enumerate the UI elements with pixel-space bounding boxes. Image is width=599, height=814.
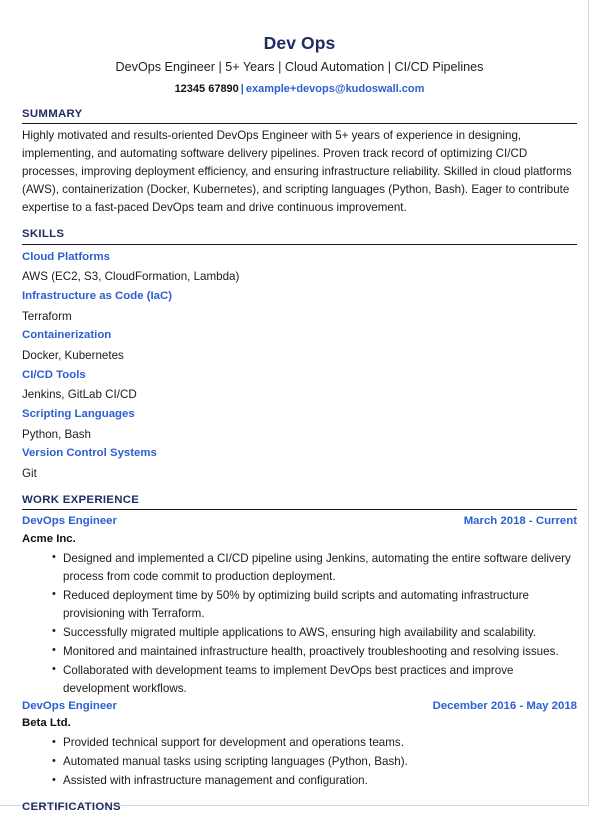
resume-header: Dev Ops DevOps Engineer | 5+ Years | Clo… xyxy=(22,0,577,97)
section-title-skills: SKILLS xyxy=(22,228,577,245)
candidate-headline: DevOps Engineer | 5+ Years | Cloud Autom… xyxy=(115,59,484,74)
skill-category: Infrastructure as Code (IaC) xyxy=(22,290,173,303)
job-bullet: Designed and implemented a CI/CD pipelin… xyxy=(52,549,577,586)
work-experience-body: DevOps Engineer March 2018 - Current Acme … xyxy=(22,510,577,790)
skill-category: Cloud Platforms xyxy=(22,250,110,263)
candidate-name: Dev Ops xyxy=(263,33,336,53)
resume-page: Dev Ops DevOps Engineer | 5+ Years | Clo… xyxy=(0,0,599,814)
section-work-experience: WORK EXPERIENCE DevOps Engineer March 201… xyxy=(22,494,577,790)
section-skills: SKILLS Cloud Platforms AWS (EC2, S3, Clou… xyxy=(22,228,577,483)
section-title-certifications: CERTIFICATIONS xyxy=(22,801,577,814)
skill-value: Jenkins, GitLab CI/CD xyxy=(22,388,137,402)
section-title-work-experience: WORK EXPERIENCE xyxy=(22,494,577,511)
section-certifications: CERTIFICATIONS AWS Certified Cloud Pract… xyxy=(22,801,577,814)
contact-separator: | xyxy=(240,83,244,96)
job-entry: DevOps Engineer March 2018 - Current Acme … xyxy=(22,514,577,697)
job-bullet: Monitored and maintained infrastructure … xyxy=(52,642,577,661)
skill-category: Scripting Languages xyxy=(22,408,135,421)
job-entry: DevOps Engineer December 2016 - May 2018 B… xyxy=(22,699,577,790)
job-bullet: Assisted with infrastructure management … xyxy=(52,772,577,790)
skill-value: Terraform xyxy=(22,309,72,323)
job-bullet: Reduced deployment time by 50% by optimi… xyxy=(52,586,577,623)
skill-value: Docker, Kubernetes xyxy=(22,348,124,362)
job-bullet: Provided technical support for developme… xyxy=(52,734,577,752)
skill-category: Version Control Systems xyxy=(22,447,157,460)
job-title: DevOps Engineer xyxy=(22,515,117,528)
contact-email[interactable]: example+devops@kudoswall.com xyxy=(246,83,425,95)
job-company: Beta Ltd. xyxy=(22,717,71,730)
job-bullets: Provided technical support for developme… xyxy=(22,734,577,790)
job-title: DevOps Engineer xyxy=(22,699,117,712)
job-company: Acme Inc. xyxy=(22,532,76,545)
resume-content: Dev Ops DevOps Engineer | 5+ Years | Clo… xyxy=(22,0,577,814)
page-right-border xyxy=(588,0,589,806)
skill-value: Python, Bash xyxy=(22,427,91,441)
job-bullet: Successfully migrated multiple applicati… xyxy=(52,623,577,642)
jobs-list: DevOps Engineer March 2018 - Current Acme … xyxy=(22,514,577,790)
job-header-row: DevOps Engineer March 2018 - Current xyxy=(22,514,577,529)
skills-body: Cloud Platforms AWS (EC2, S3, CloudFormat… xyxy=(22,245,577,483)
job-dates: December 2016 - May 2018 xyxy=(432,699,577,712)
job-header-row: DevOps Engineer December 2016 - May 2018 xyxy=(22,699,577,714)
section-title-summary: SUMMARY xyxy=(22,108,577,125)
contact-line: 12345 67890 | example+devops@kudoswall.com xyxy=(22,82,577,96)
skills-list: Cloud Platforms AWS (EC2, S3, CloudFormat… xyxy=(22,249,577,483)
summary-body: Highly motivated and results-oriented De… xyxy=(22,124,577,217)
contact-phone: 12345 67890 xyxy=(174,83,239,96)
job-bullet: Collaborated with development teams to i… xyxy=(52,661,577,698)
section-summary: SUMMARY Highly motivated and results-ori… xyxy=(22,108,577,218)
skill-value: AWS (EC2, S3, CloudFormation, Lambda) xyxy=(22,270,240,284)
summary-text: Highly motivated and results-oriented De… xyxy=(22,129,572,215)
job-bullet: Automated manual tasks using scripting l… xyxy=(52,753,577,771)
skill-category: Containerization xyxy=(22,329,112,342)
skill-value: Git xyxy=(22,466,37,480)
job-dates: March 2018 - Current xyxy=(463,515,577,528)
skill-category: CI/CD Tools xyxy=(22,368,86,381)
job-bullets: Designed and implemented a CI/CD pipelin… xyxy=(22,549,577,698)
